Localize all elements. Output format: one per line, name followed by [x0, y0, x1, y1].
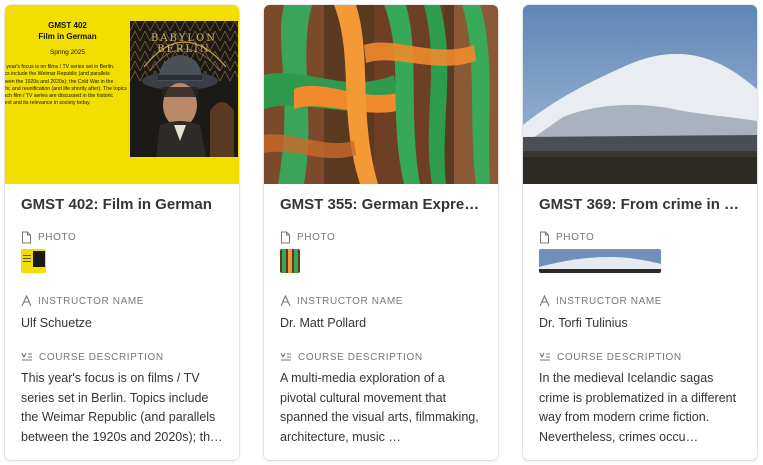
description-label-text: COURSE DESCRIPTION [557, 351, 682, 363]
poster-text: BABYLON BERLIN [151, 33, 217, 55]
text-lines-icon [539, 352, 550, 361]
photo-property-label: PHOTO [280, 230, 335, 244]
cover-term: Spring 2025 [49, 49, 86, 56]
text-lines-icon [21, 352, 32, 361]
text-lines-icon [280, 352, 291, 361]
instructor-property-label: INSTRUCTOR NAME [280, 294, 403, 308]
description-property-label: COURSE DESCRIPTION [280, 350, 423, 364]
description-label-text: COURSE DESCRIPTION [39, 351, 164, 363]
cover-image: GMST 402 Film in German Spring 2025 This… [5, 5, 239, 184]
photo-label-text: PHOTO [556, 231, 595, 243]
instructor-property-label: INSTRUCTOR NAME [21, 294, 144, 308]
gallery-card-gmst-369[interactable]: GMST 369: From crime in … PHOTO INSTRUCT… [523, 5, 757, 460]
photo-thumbnail[interactable] [21, 249, 46, 273]
text-a-icon [280, 295, 291, 307]
instructor-label-text: INSTRUCTOR NAME [297, 295, 404, 307]
instructor-name: Dr. Matt Pollard [280, 316, 367, 330]
course-description: This year's focus is on films / TV serie… [21, 371, 217, 444]
gallery-card-gmst-355[interactable]: GMST 355: German Expre… PHOTO INSTRUCTOR… [264, 5, 498, 460]
card-title[interactable]: GMST 402: Film in German [21, 196, 225, 213]
instructor-property-label: INSTRUCTOR NAME [539, 294, 662, 308]
card-title[interactable]: GMST 369: From crime in … [539, 196, 743, 213]
cover-image [523, 5, 757, 184]
photo-thumbnail[interactable] [280, 249, 300, 273]
cover-image [264, 5, 498, 184]
description-property-label: COURSE DESCRIPTION [21, 350, 164, 364]
instructor-label-text: INSTRUCTOR NAME [556, 295, 663, 307]
instructor-label-text: INSTRUCTOR NAME [38, 295, 145, 307]
course-description: A multi-media exploration of a pivotal c… [280, 371, 479, 444]
description-label-text: COURSE DESCRIPTION [298, 351, 423, 363]
expressionist-painting [264, 5, 498, 184]
photo-thumbnail[interactable] [539, 249, 661, 273]
instructor-name: Ulf Schuetze [21, 316, 92, 330]
babylon-berlin-poster: BABYLON BERLIN [130, 21, 238, 157]
photo-property-label: PHOTO [539, 230, 594, 244]
description-property-label: COURSE DESCRIPTION [539, 350, 682, 364]
cover-subtitle: Film in German [38, 32, 97, 41]
icelandic-mountain-photo [523, 5, 757, 184]
cover-title: GMST 402 [48, 21, 87, 30]
gallery-card-gmst-402[interactable]: GMST 402 Film in German Spring 2025 This… [5, 5, 239, 460]
thumbnail-image [21, 249, 46, 273]
cover-body: This year's focus is on films / TV serie… [5, 64, 127, 107]
file-icon [22, 231, 31, 243]
file-icon [540, 231, 549, 243]
text-a-icon [21, 295, 32, 307]
photo-property-label: PHOTO [21, 230, 76, 244]
photo-label-text: PHOTO [297, 231, 336, 243]
card-title[interactable]: GMST 355: German Expre… [280, 196, 484, 213]
file-icon [281, 231, 290, 243]
thumbnail-image [539, 249, 661, 273]
thumbnail-image [280, 249, 300, 273]
photo-label-text: PHOTO [38, 231, 77, 243]
text-a-icon [539, 295, 550, 307]
course-description: In the medieval Icelandic sagas crime is… [539, 371, 737, 444]
instructor-name: Dr. Torfi Tulinius [539, 316, 628, 330]
